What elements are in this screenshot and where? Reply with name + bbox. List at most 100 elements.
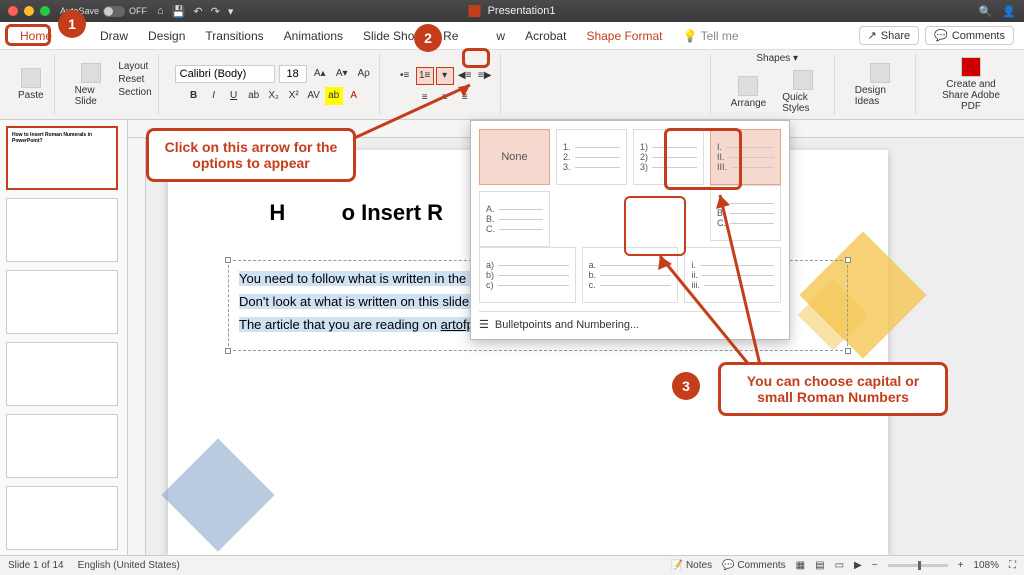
reset-button[interactable]: Reset bbox=[118, 74, 151, 85]
bold-button[interactable]: B bbox=[185, 87, 203, 105]
slide-thumbnail-3[interactable] bbox=[6, 270, 118, 334]
status-bar: Slide 1 of 14 English (United States) 📝 … bbox=[0, 555, 1024, 575]
zoom-in-button[interactable]: + bbox=[958, 560, 964, 571]
arrange-button[interactable]: Arrange bbox=[727, 68, 771, 116]
search-icon[interactable]: 🔍 bbox=[979, 5, 993, 18]
numbering-option-alpha-lower-paren[interactable]: a) b) c) bbox=[479, 247, 576, 303]
normal-view-icon[interactable]: ▦ bbox=[796, 560, 805, 571]
annotation-circle-3: 3 bbox=[672, 372, 700, 400]
slide-thumbnail-2[interactable] bbox=[6, 198, 118, 262]
slide-counter[interactable]: Slide 1 of 14 bbox=[8, 560, 64, 571]
tell-me-search[interactable]: 💡 Tell me bbox=[672, 25, 748, 47]
more-icon[interactable]: ▾ bbox=[228, 5, 234, 18]
numbering-option-arabic-period[interactable]: 1. 2. 3. bbox=[556, 129, 627, 185]
zoom-out-button[interactable]: − bbox=[872, 560, 878, 571]
ribbon-tabbar: Home Draw Design Transitions Animations … bbox=[0, 22, 1024, 50]
slide-thumbnail-1[interactable]: How to Insert Roman Numerals in PowerPoi… bbox=[6, 126, 118, 190]
quick-styles-button[interactable]: Quick Styles bbox=[778, 68, 828, 116]
annotation-circle-1: 1 bbox=[58, 10, 86, 38]
resize-handle[interactable] bbox=[225, 257, 231, 263]
redo-icon[interactable]: ↷ bbox=[211, 5, 220, 18]
toggle-icon[interactable] bbox=[103, 6, 125, 17]
subscript-button[interactable]: X₂ bbox=[265, 87, 283, 105]
numbering-button[interactable]: 1≡ bbox=[416, 67, 434, 85]
resize-handle[interactable] bbox=[845, 348, 851, 354]
superscript-button[interactable]: X² bbox=[285, 87, 303, 105]
bullets-button[interactable]: •≡ bbox=[396, 67, 414, 85]
section-button[interactable]: Section bbox=[118, 87, 151, 98]
titlebar-right: 🔍 👤 bbox=[979, 5, 1016, 18]
slide-thumbnail-4[interactable] bbox=[6, 342, 118, 406]
zoom-slider[interactable] bbox=[888, 564, 948, 567]
sorter-view-icon[interactable]: ▤ bbox=[815, 560, 824, 571]
language-indicator[interactable]: English (United States) bbox=[78, 560, 180, 571]
resize-handle[interactable] bbox=[225, 348, 231, 354]
shapes-dropdown[interactable]: Shapes ▾ bbox=[756, 53, 798, 64]
decrease-font-icon[interactable]: A▾ bbox=[333, 65, 351, 83]
comments-button[interactable]: 💬 Comments bbox=[925, 26, 1014, 45]
highlight-button[interactable]: ab bbox=[325, 87, 343, 105]
text-spacing-button[interactable]: AV bbox=[305, 87, 323, 105]
adobe-pdf-button[interactable]: Create and Share Adobe PDF bbox=[932, 55, 1010, 114]
indent-decrease-icon[interactable]: ◀≡ bbox=[456, 67, 474, 85]
tab-view[interactable]: w bbox=[486, 25, 515, 47]
user-icon[interactable]: 👤 bbox=[1002, 5, 1016, 18]
annotation-callout-1: Click on this arrow for the options to a… bbox=[146, 128, 356, 182]
indent-increase-icon[interactable]: ≡▶ bbox=[476, 67, 494, 85]
share-button[interactable]: ↗ Share bbox=[859, 26, 920, 45]
minimize-window-icon[interactable] bbox=[24, 6, 34, 16]
text-line-1[interactable]: You need to follow what is written in th… bbox=[239, 271, 508, 286]
font-name-input[interactable] bbox=[175, 65, 275, 83]
italic-button[interactable]: I bbox=[205, 87, 223, 105]
new-slide-button[interactable]: New Slide bbox=[71, 61, 113, 109]
comments-status-button[interactable]: 💬 Comments bbox=[722, 560, 786, 571]
pdf-icon bbox=[961, 57, 981, 77]
mac-titlebar: AutoSave OFF ⌂ 💾 ↶ ↷ ▾ Presentation1 🔍 👤 bbox=[0, 0, 1024, 22]
clear-format-icon[interactable]: Aρ bbox=[355, 65, 373, 83]
clipboard-group: Paste bbox=[8, 54, 55, 115]
slide-thumbnail-6[interactable] bbox=[6, 486, 118, 550]
slides-thumbnail-panel[interactable]: 1 How to Insert Roman Numerals in PowerP… bbox=[0, 120, 128, 555]
font-size-input[interactable] bbox=[279, 65, 307, 83]
layout-button[interactable]: Layout bbox=[118, 61, 151, 72]
tab-draw[interactable]: Draw bbox=[90, 25, 138, 47]
slideshow-view-icon[interactable]: ▶ bbox=[854, 560, 862, 571]
share-icon: ↗ bbox=[868, 29, 877, 42]
design-ideas-icon bbox=[870, 63, 890, 83]
design-ideas-button[interactable]: Design Ideas bbox=[851, 61, 909, 109]
tab-shape-format[interactable]: Shape Format bbox=[576, 25, 672, 47]
slide-thumbnail-5[interactable] bbox=[6, 414, 118, 478]
resize-handle[interactable] bbox=[845, 257, 851, 263]
tab-transitions[interactable]: Transitions bbox=[195, 25, 273, 47]
numbering-dropdown-arrow[interactable]: ▾ bbox=[436, 67, 454, 85]
tab-acrobat[interactable]: Acrobat bbox=[515, 25, 576, 47]
zoom-level[interactable]: 108% bbox=[973, 560, 999, 571]
font-group: A▴ A▾ Aρ B I U ab X₂ X² AV ab A bbox=[169, 54, 380, 115]
reading-view-icon[interactable]: ▭ bbox=[835, 560, 844, 571]
quick-styles-icon bbox=[793, 70, 813, 90]
window-controls[interactable] bbox=[8, 6, 50, 16]
drawing-group: Shapes ▾ Arrange Quick Styles bbox=[721, 54, 835, 115]
designer-group: Design Ideas bbox=[845, 54, 916, 115]
notes-button[interactable]: 📝 Notes bbox=[671, 560, 712, 571]
comment-icon: 💬 bbox=[934, 29, 948, 42]
underline-button[interactable]: U bbox=[225, 87, 243, 105]
lightbulb-icon: 💡 bbox=[682, 29, 697, 43]
slides-group: New Slide Layout Reset Section bbox=[65, 54, 159, 115]
maximize-window-icon[interactable] bbox=[40, 6, 50, 16]
vertical-ruler bbox=[128, 138, 146, 555]
paste-button[interactable]: Paste bbox=[14, 66, 48, 103]
fit-slide-icon[interactable]: ⛶ bbox=[1009, 560, 1016, 571]
tab-animations[interactable]: Animations bbox=[274, 25, 353, 47]
home-icon[interactable]: ⌂ bbox=[157, 5, 164, 18]
close-window-icon[interactable] bbox=[8, 6, 18, 16]
annotation-arrow-3 bbox=[650, 256, 770, 379]
tab-design[interactable]: Design bbox=[138, 25, 195, 47]
annotation-box-numbering-btn bbox=[462, 48, 490, 68]
decorative-shape-blue bbox=[161, 438, 274, 551]
save-icon[interactable]: 💾 bbox=[172, 5, 186, 18]
undo-icon[interactable]: ↶ bbox=[193, 5, 202, 18]
increase-font-icon[interactable]: A▴ bbox=[311, 65, 329, 83]
strikethrough-button[interactable]: ab bbox=[245, 87, 263, 105]
numbering-option-alpha-upper[interactable]: A. B. C. bbox=[479, 191, 550, 247]
